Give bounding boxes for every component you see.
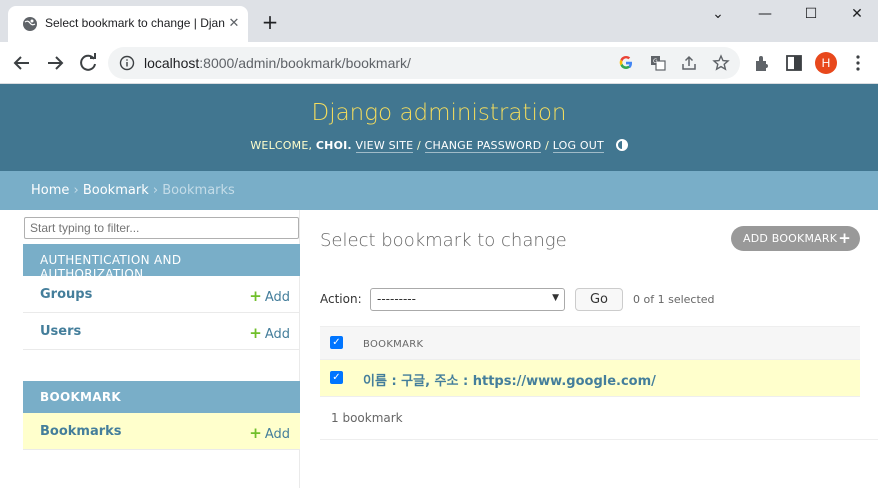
breadcrumb-app[interactable]: Bookmark — [83, 183, 149, 198]
browser-toolbar: localhost:8000/admin/bookmark/bookmark/ … — [0, 42, 878, 84]
maximize-icon[interactable]: ☐ — [791, 4, 831, 24]
bookmarks-link[interactable]: Bookmarks — [40, 424, 122, 439]
tab-search-icon[interactable]: ⌄ — [698, 4, 738, 24]
globe-icon — [23, 17, 37, 31]
google-icon[interactable] — [617, 54, 635, 72]
username: CHOI — [315, 139, 348, 152]
sidebar-item-users: Users + Add — [23, 313, 300, 350]
url-text[interactable]: localhost:8000/admin/bookmark/bookmark/ — [144, 55, 411, 71]
sidebar-item-groups: Groups + Add — [23, 276, 300, 313]
browser-tab[interactable]: Select bookmark to change | Django site … — [8, 6, 248, 42]
admin-header: Django administration WELCOME, CHOI. VIE… — [0, 84, 878, 171]
breadcrumb-home[interactable]: Home — [31, 183, 69, 198]
page-title: Select bookmark to change — [320, 230, 567, 251]
breadcrumb-current: Bookmarks — [162, 183, 235, 198]
close-window-icon[interactable]: ✕ — [837, 4, 877, 24]
reload-icon[interactable] — [76, 51, 100, 75]
profile-avatar[interactable]: H — [815, 52, 837, 74]
change-password-link[interactable]: CHANGE PASSWORD — [424, 139, 542, 153]
close-tab-icon[interactable]: ✕ — [226, 16, 242, 32]
extensions-icon[interactable] — [752, 53, 772, 73]
view-site-link[interactable]: VIEW SITE — [355, 139, 414, 153]
action-label: Action: — [320, 292, 362, 306]
new-tab-icon[interactable]: + — [260, 12, 280, 32]
add-bookmark-button[interactable]: ADD BOOKMARK + — [731, 226, 860, 251]
back-icon[interactable] — [10, 51, 34, 75]
add-plus-icon: + — [249, 424, 262, 442]
svg-text:G: G — [653, 58, 658, 65]
site-info-icon[interactable] — [119, 55, 135, 71]
go-button[interactable]: Go — [575, 288, 623, 311]
share-icon[interactable] — [680, 54, 698, 72]
more-menu-icon[interactable] — [848, 53, 868, 73]
column-header-bookmark[interactable]: BOOKMARK — [363, 339, 423, 350]
result-count: 1 bookmark — [331, 411, 403, 425]
select-all-checkbox[interactable]: ✓ — [330, 336, 343, 349]
add-plus-icon: + — [249, 287, 262, 305]
groups-link[interactable]: Groups — [40, 287, 92, 302]
translate-icon[interactable]: G — [649, 54, 667, 72]
users-link[interactable]: Users — [40, 324, 81, 339]
divider — [320, 439, 878, 440]
breadcrumb: Home › Bookmark › Bookmarks — [0, 171, 878, 210]
tab-title: Select bookmark to change | Django site … — [45, 16, 225, 30]
table-row: ✓ 이름 : 구글, 주소 : https://www.google.com/ — [320, 360, 860, 397]
add-users-link[interactable]: + Add — [249, 324, 290, 342]
app-caption-bookmark[interactable]: BOOKMARK — [23, 381, 300, 413]
row-checkbox[interactable]: ✓ — [330, 371, 343, 384]
add-bookmarks-link[interactable]: + Add — [249, 424, 290, 442]
browser-tab-bar: Select bookmark to change | Django site … — [0, 0, 878, 42]
plus-icon: + — [838, 229, 851, 247]
add-groups-link[interactable]: + Add — [249, 287, 290, 305]
bookmark-star-icon[interactable] — [712, 54, 730, 72]
address-bar[interactable]: localhost:8000/admin/bookmark/bookmark/ … — [108, 47, 740, 79]
site-brand[interactable]: Django administration — [0, 100, 878, 126]
action-select[interactable]: --------- ▼ — [370, 288, 565, 311]
selection-counter: 0 of 1 selected — [633, 293, 715, 306]
side-panel-icon[interactable] — [784, 53, 804, 73]
welcome-text: WELCOME, — [250, 139, 313, 152]
results-table-header: ✓ BOOKMARK — [320, 326, 860, 360]
log-out-link[interactable]: LOG OUT — [552, 139, 604, 153]
theme-toggle-icon[interactable] — [615, 139, 628, 151]
minimize-icon[interactable]: — — [745, 4, 785, 24]
forward-icon[interactable] — [43, 51, 67, 75]
sidebar-item-bookmarks: Bookmarks + Add — [23, 413, 300, 450]
add-plus-icon: + — [249, 324, 262, 342]
nav-sidebar: AUTHENTICATION AND AUTHORIZATION Groups … — [23, 210, 300, 488]
bookmark-row-link[interactable]: 이름 : 구글, 주소 : https://www.google.com/ — [363, 370, 656, 389]
user-tools: WELCOME, CHOI. VIEW SITE / CHANGE PASSWO… — [0, 139, 878, 153]
nav-filter-input[interactable] — [24, 217, 299, 239]
app-caption-auth[interactable]: AUTHENTICATION AND AUTHORIZATION — [23, 244, 300, 281]
chevron-down-icon: ▼ — [552, 293, 559, 303]
